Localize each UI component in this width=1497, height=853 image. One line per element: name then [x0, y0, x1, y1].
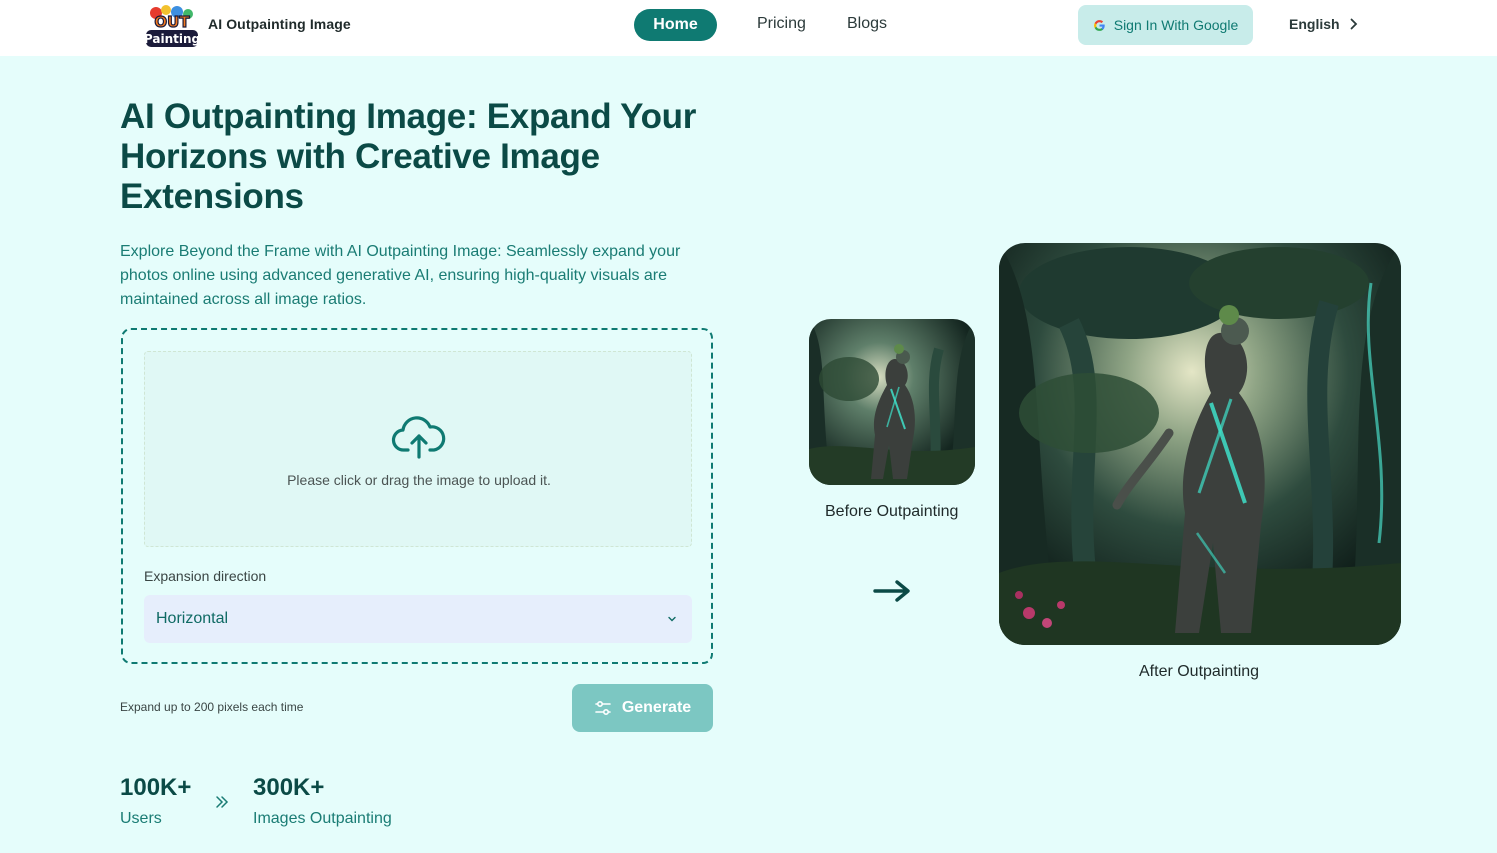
stat-images-label: Images Outpainting — [253, 810, 392, 827]
sliders-icon — [595, 700, 611, 716]
stat-images-value: 300K+ — [253, 774, 325, 801]
logo-text-bottom: Painting — [144, 32, 200, 46]
expansion-hint: Expand up to 200 pixels each time — [120, 700, 304, 714]
stat-users-label: Users — [120, 810, 162, 827]
generate-button[interactable]: Generate — [572, 684, 713, 732]
expansion-direction-label: Expansion direction — [144, 568, 267, 584]
nav-blogs[interactable]: Blogs — [847, 15, 887, 33]
page-description: Explore Beyond the Frame with AI Outpain… — [120, 243, 681, 308]
sign-in-google-button[interactable]: Sign In With Google — [1078, 5, 1253, 45]
language-selector[interactable]: English — [1289, 16, 1358, 32]
sign-in-label: Sign In With Google — [1113, 17, 1239, 33]
after-caption: After Outpainting — [1139, 663, 1260, 680]
before-outpainting-image — [809, 319, 975, 485]
logo-text-top: OUT — [154, 13, 190, 31]
before-caption: Before Outpainting — [825, 503, 959, 520]
language-label: English — [1289, 16, 1340, 32]
generate-label: Generate — [621, 699, 692, 716]
expansion-direction-value: Horizontal — [156, 610, 229, 627]
double-chevron-right-icon — [216, 796, 229, 808]
after-outpainting-image — [999, 243, 1401, 645]
arrow-right-icon — [873, 580, 910, 602]
google-icon — [1093, 19, 1105, 31]
top-header: OUT Painting AI Outpainting Image Home P… — [0, 0, 1497, 56]
nav-pricing[interactable]: Pricing — [757, 15, 806, 33]
page-title: AI Outpainting Image: Expand Your Horizo… — [120, 97, 697, 216]
cloud-upload-icon — [391, 416, 446, 459]
upload-dropzone[interactable]: Please click or drag the image to upload… — [144, 351, 692, 547]
chevron-down-icon — [668, 616, 676, 622]
brand-name[interactable]: AI Outpainting Image — [208, 16, 351, 32]
nav-home[interactable]: Home — [634, 9, 717, 41]
upload-card: Please click or drag the image to upload… — [121, 328, 713, 664]
chevron-right-icon — [1350, 18, 1357, 30]
upload-instructions: Please click or drag the image to upload… — [287, 472, 551, 488]
expansion-direction-select[interactable]: Horizontal — [144, 595, 692, 643]
site-logo[interactable]: OUT Painting — [144, 3, 200, 49]
stat-users-value: 100K+ — [120, 774, 192, 801]
